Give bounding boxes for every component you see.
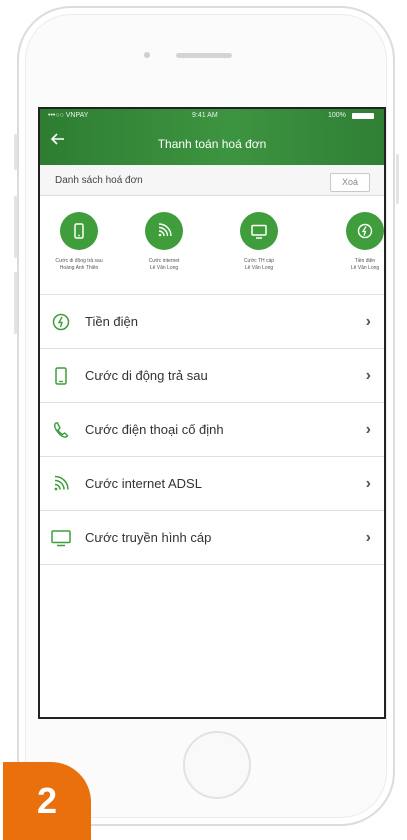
page-title: Thanh toán hoá đơn: [157, 137, 267, 151]
saved-bill-owner: Lê Văn Long: [350, 265, 380, 271]
delete-button[interactable]: Xoá: [330, 173, 370, 192]
tv-icon: [240, 212, 278, 250]
mute-switch: [14, 134, 17, 170]
app-header: •••○○ VNPAY 9:41 AM 100% Thanh toán hoá …: [40, 109, 384, 165]
menu-item-cable-tv[interactable]: Cước truyền hình cáp ›: [40, 511, 384, 565]
saved-bill-owner: Hoàng Anh Thiên: [59, 265, 99, 271]
menu-item-label: Cước điện thoại cố định: [85, 422, 224, 437]
chevron-right-icon: ›: [365, 312, 371, 330]
lightning-icon: [346, 212, 384, 250]
battery-percent: 100%: [328, 112, 346, 119]
chevron-right-icon: ›: [365, 420, 371, 438]
saved-bill-item[interactable]: Cước TH cáp Lê Văn Long: [228, 212, 290, 272]
menu-item-internet[interactable]: Cước internet ADSL ›: [40, 457, 384, 511]
front-camera: [144, 52, 150, 58]
wifi-signal-icon: [145, 212, 183, 250]
menu-item-label: Cước internet ADSL: [85, 476, 202, 491]
saved-bill-type: Cước di động trả sau: [55, 258, 103, 264]
chevron-right-icon: ›: [365, 366, 371, 384]
menu-item-postpaid-mobile[interactable]: Cước di động trả sau ›: [40, 349, 384, 403]
app-screen: •••○○ VNPAY 9:41 AM 100% Thanh toán hoá …: [38, 107, 386, 719]
power-button: [396, 154, 399, 204]
earpiece-speaker: [176, 53, 232, 58]
chevron-right-icon: ›: [365, 528, 371, 546]
mobile-phone-icon: [50, 365, 72, 387]
bill-list-title: Danh sách hoá đơn: [55, 175, 143, 186]
saved-bill-owner: Lê Văn Long: [244, 265, 274, 271]
menu-item-label: Tiền điện: [85, 314, 138, 329]
saved-bill-type: Cước TH cáp: [243, 258, 275, 264]
saved-bill-item[interactable]: Tiền điện Lê Văn Long: [334, 212, 384, 272]
wifi-signal-icon: [50, 473, 72, 495]
saved-bill-item[interactable]: Cước internet Lê Văn Long: [133, 212, 195, 272]
volume-down-button: [14, 272, 17, 334]
chevron-right-icon: ›: [365, 474, 371, 492]
menu-item-label: Cước truyền hình cáp: [85, 530, 212, 545]
home-button[interactable]: [183, 731, 251, 799]
menu-item-electricity[interactable]: Tiền điện ›: [40, 295, 384, 349]
step-number-badge: 2: [3, 762, 91, 840]
saved-bill-item[interactable]: Cước di động trả sau Hoàng Anh Thiên: [48, 212, 110, 272]
bill-type-menu: Tiền điện › Cước di động trả sau › Cước …: [40, 295, 384, 565]
status-bar: •••○○ VNPAY 9:41 AM 100%: [40, 112, 384, 124]
saved-bill-type: Cước internet: [148, 258, 180, 264]
saved-bill-type: Tiền điện: [354, 258, 376, 264]
saved-bill-owner: Lê Văn Long: [149, 265, 179, 271]
carrier-label: •••○○ VNPAY: [48, 112, 89, 119]
lightning-icon: [50, 311, 72, 333]
tv-icon: [50, 527, 72, 549]
mobile-phone-icon: [60, 212, 98, 250]
volume-up-button: [14, 196, 17, 258]
menu-item-landline[interactable]: Cước điện thoại cố định ›: [40, 403, 384, 457]
clock: 9:41 AM: [192, 112, 218, 119]
telephone-icon: [50, 419, 72, 441]
battery-icon: [352, 113, 374, 119]
saved-bills-carousel[interactable]: Cước di động trả sau Hoàng Anh Thiên Cước…: [40, 196, 384, 295]
bill-list-bar: Danh sách hoá đơn Xoá: [40, 165, 384, 196]
menu-item-label: Cước di động trả sau: [85, 368, 208, 383]
